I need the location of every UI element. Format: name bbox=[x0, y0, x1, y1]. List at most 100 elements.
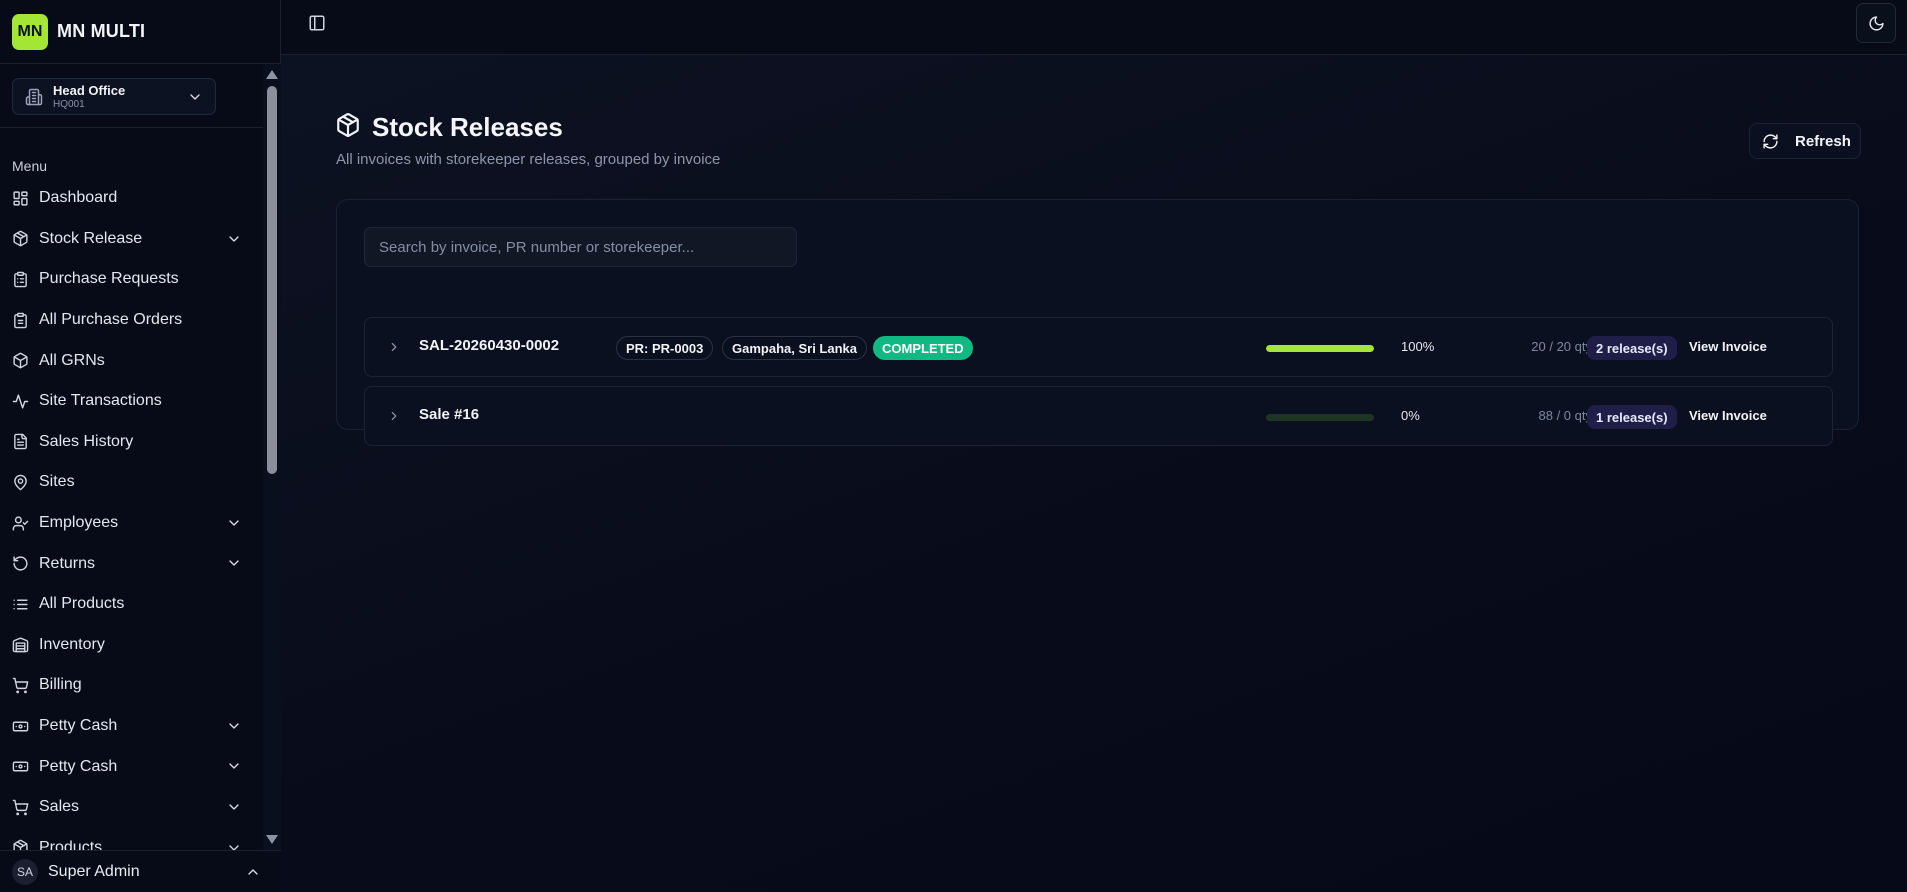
refresh-button[interactable]: Refresh bbox=[1749, 123, 1861, 159]
banknote-icon bbox=[12, 761, 29, 772]
sidebar-item-label: Site Transactions bbox=[39, 392, 162, 410]
user-menu[interactable]: SA Super Admin bbox=[0, 850, 281, 892]
chevron-right-icon[interactable] bbox=[387, 409, 401, 423]
chevron-down-icon[interactable] bbox=[226, 231, 242, 247]
scroll-up-arrow[interactable] bbox=[266, 70, 278, 79]
scroll-thumb[interactable] bbox=[267, 86, 277, 474]
page-subtitle: All invoices with storekeeper releases, … bbox=[336, 151, 721, 168]
sidebar-item[interactable]: All Products bbox=[0, 584, 263, 625]
theme-toggle-button[interactable] bbox=[1856, 3, 1896, 43]
sidebar-item[interactable]: Stock Release bbox=[0, 219, 263, 260]
avatar: SA bbox=[12, 858, 38, 885]
activity-icon bbox=[12, 394, 29, 409]
package-icon bbox=[337, 113, 359, 137]
sidebar-item[interactable]: Dashboard bbox=[0, 178, 263, 219]
chevron-down-icon[interactable] bbox=[226, 840, 242, 851]
list-icon bbox=[13, 599, 28, 610]
chevron-down-icon bbox=[190, 94, 200, 100]
sidebar-item[interactable]: Site Transactions bbox=[0, 381, 263, 422]
sidebar-item[interactable]: Sales History bbox=[0, 422, 263, 463]
invoice-number: Sale #16 bbox=[419, 406, 480, 423]
sidebar-item[interactable]: All Purchase Orders bbox=[0, 300, 263, 341]
branch-text: Head Office HQ001 bbox=[53, 84, 125, 110]
branch-selector[interactable]: Head Office HQ001 bbox=[12, 78, 216, 115]
sidebar-item[interactable]: Sites bbox=[0, 462, 263, 503]
dashboard-icon bbox=[13, 191, 28, 206]
pr-badge: PR: PR-0003 bbox=[616, 336, 714, 360]
cart-icon bbox=[12, 677, 29, 694]
scroll-down-arrow[interactable] bbox=[266, 835, 278, 844]
sidebar-item-label: All Purchase Orders bbox=[39, 311, 183, 329]
release-row[interactable]: Sale #16 0% 88 / 0 qty 1 release(s) View… bbox=[364, 386, 1833, 446]
clipboard-icon bbox=[14, 271, 27, 288]
chevron-up-icon bbox=[248, 869, 258, 875]
box-icon bbox=[13, 352, 28, 369]
search-input[interactable] bbox=[364, 227, 797, 267]
brand[interactable]: MN MN MULTI bbox=[0, 0, 280, 64]
chevron-down-icon[interactable] bbox=[226, 799, 242, 815]
release-row[interactable]: SAL-20260430-0002 PR: PR-0003 Gampaha, S… bbox=[364, 317, 1833, 377]
cart-icon bbox=[12, 799, 29, 815]
sidebar-item-label: Products bbox=[39, 838, 103, 850]
file-text-icon bbox=[14, 434, 27, 450]
sidebar-item-label: Dashboard bbox=[39, 189, 118, 207]
sidebar-item-label: Petty Cash bbox=[39, 717, 118, 735]
sidebar-item-label: Stock Release bbox=[39, 229, 143, 247]
view-invoice-link[interactable]: View Invoice bbox=[1689, 408, 1767, 423]
quantity-text: 20 / 20 qty bbox=[1531, 339, 1592, 354]
release-count-badge: 1 release(s) bbox=[1587, 405, 1677, 429]
release-count-badge: 2 release(s) bbox=[1587, 336, 1677, 360]
clipboard-list-icon bbox=[14, 312, 27, 328]
package-icon bbox=[13, 231, 28, 247]
sidebar-item[interactable]: Inventory bbox=[0, 625, 263, 666]
sidebar-item[interactable]: Products bbox=[0, 828, 263, 851]
sidebar-item[interactable]: All GRNs bbox=[0, 340, 263, 381]
status-badge: COMPLETED bbox=[873, 336, 973, 360]
brand-name: MN MULTI bbox=[57, 21, 146, 41]
branch-selector-wrap: Head Office HQ001 bbox=[0, 64, 263, 128]
chevron-down-icon[interactable] bbox=[226, 515, 242, 531]
chevron-down-icon[interactable] bbox=[226, 758, 242, 774]
sidebar-item-label: Sites bbox=[39, 473, 75, 491]
sidebar-item[interactable]: Billing bbox=[0, 665, 263, 706]
sidebar-item[interactable]: Sales bbox=[0, 787, 263, 828]
chevron-right-icon[interactable] bbox=[387, 340, 401, 354]
sidebar-item-label: All GRNs bbox=[39, 351, 105, 369]
branch-code: HQ001 bbox=[53, 98, 85, 110]
sidebar-toggle-icon[interactable] bbox=[308, 14, 326, 32]
release-progress-bar bbox=[1266, 345, 1374, 352]
chevron-down-icon[interactable] bbox=[226, 718, 242, 734]
warehouse-icon bbox=[12, 637, 29, 653]
branch-name: Head Office bbox=[53, 82, 126, 98]
package-icon bbox=[13, 840, 28, 850]
progress-percent: 100% bbox=[1401, 339, 1435, 354]
sidebar-item-label: Employees bbox=[39, 514, 119, 532]
sidebar-item[interactable]: Employees bbox=[0, 503, 263, 544]
sidebar-item[interactable]: Petty Cash bbox=[0, 746, 263, 787]
sidebar-item-label: Billing bbox=[39, 676, 82, 694]
sidebar-item-label: Sales bbox=[39, 798, 80, 816]
refresh-icon bbox=[1763, 133, 1778, 149]
sidebar-item-label: Sales History bbox=[39, 432, 134, 450]
top-bar bbox=[281, 0, 1907, 55]
map-pin-icon bbox=[14, 474, 27, 491]
user-name: Super Admin bbox=[48, 862, 140, 880]
moon-icon bbox=[1868, 15, 1884, 31]
quantity-text: 88 / 0 qty bbox=[1538, 408, 1592, 423]
sidebar-item[interactable]: Purchase Requests bbox=[0, 259, 263, 300]
release-progress-bar bbox=[1266, 414, 1374, 421]
location-badge: Gampaha, Sri Lanka bbox=[722, 336, 867, 360]
progress-percent: 0% bbox=[1401, 408, 1420, 423]
menu-heading: Menu bbox=[12, 158, 48, 174]
view-invoice-link[interactable]: View Invoice bbox=[1689, 339, 1767, 354]
chevron-down-icon[interactable] bbox=[226, 555, 242, 571]
invoice-number: SAL-20260430-0002 bbox=[419, 337, 560, 354]
sidebar-menu: Menu Dashboard Stock Release Purchase Requ… bbox=[0, 128, 263, 850]
sidebar-scrollbar[interactable] bbox=[263, 64, 281, 850]
user-check-icon bbox=[12, 515, 29, 531]
main-content: Stock Releases All invoices with storeke… bbox=[281, 55, 1907, 892]
sidebar-item-label: All Products bbox=[39, 595, 125, 613]
sidebar-item[interactable]: Returns bbox=[0, 543, 263, 584]
rotate-ccw-icon bbox=[13, 556, 28, 571]
sidebar-item[interactable]: Petty Cash bbox=[0, 706, 263, 747]
